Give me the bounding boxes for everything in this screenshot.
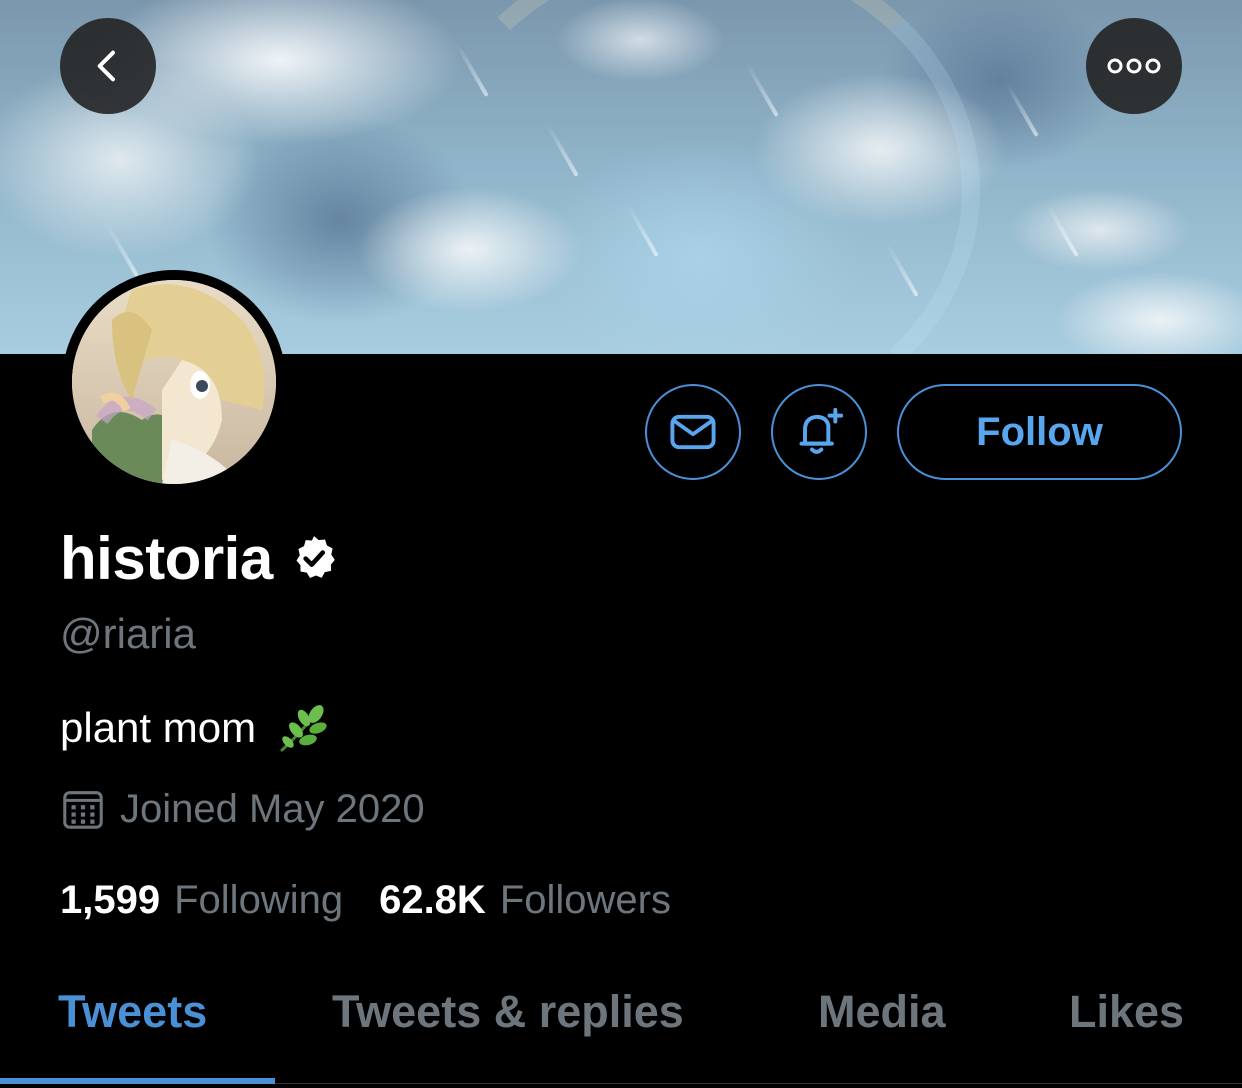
herb-leaf-icon [280,705,327,752]
more-options-button[interactable] [1086,18,1182,114]
follow-button-label: Follow [976,409,1103,454]
following-label: Following [174,878,344,922]
tab-likes[interactable]: Likes [1069,986,1184,1038]
followers-stat[interactable]: 62.8K Followers [379,878,671,923]
follow-button[interactable]: Follow [897,384,1182,480]
display-name: historia [60,524,273,592]
avatar-illustration [72,280,276,484]
more-horizontal-icon [1107,58,1161,74]
active-tab-indicator [0,1078,275,1084]
avatar[interactable] [62,270,286,494]
profile-tabs: Tweets Tweets & replies Media Likes [0,960,1242,1088]
tab-tweets[interactable]: Tweets [58,986,207,1038]
banner-streak [1045,203,1079,257]
bell-plus-icon [799,407,844,454]
banner-streak [105,223,139,277]
following-count: 1,599 [60,878,161,922]
calendar-icon [63,791,103,829]
banner-streak [1005,83,1039,137]
tab-tweets-and-replies[interactable]: Tweets & replies [332,986,684,1038]
bio-text: plant mom [60,704,257,751]
message-button[interactable] [645,384,741,480]
display-name-row: historia [60,522,339,594]
follow-stats: 1,599 Following 62.8K Followers [60,878,671,923]
following-stat[interactable]: 1,599 Following [60,878,343,923]
banner-rainbow [420,0,980,354]
followers-count: 62.8K [379,878,486,922]
avatar-image [72,280,276,484]
mail-icon [670,414,716,450]
chevron-left-icon [97,50,115,82]
joined-date: Joined May 2020 [60,786,425,832]
verified-badge-icon [296,536,335,578]
tab-media[interactable]: Media [818,986,946,1038]
followers-label: Followers [499,878,671,922]
bio: plant mom [60,700,330,756]
joined-text: Joined May 2020 [120,786,425,831]
profile-page: Follow historia @riaria plant mom Joined… [0,0,1242,1088]
back-button[interactable] [60,18,156,114]
notifications-button[interactable] [771,384,867,480]
user-handle: @riaria [60,610,196,657]
